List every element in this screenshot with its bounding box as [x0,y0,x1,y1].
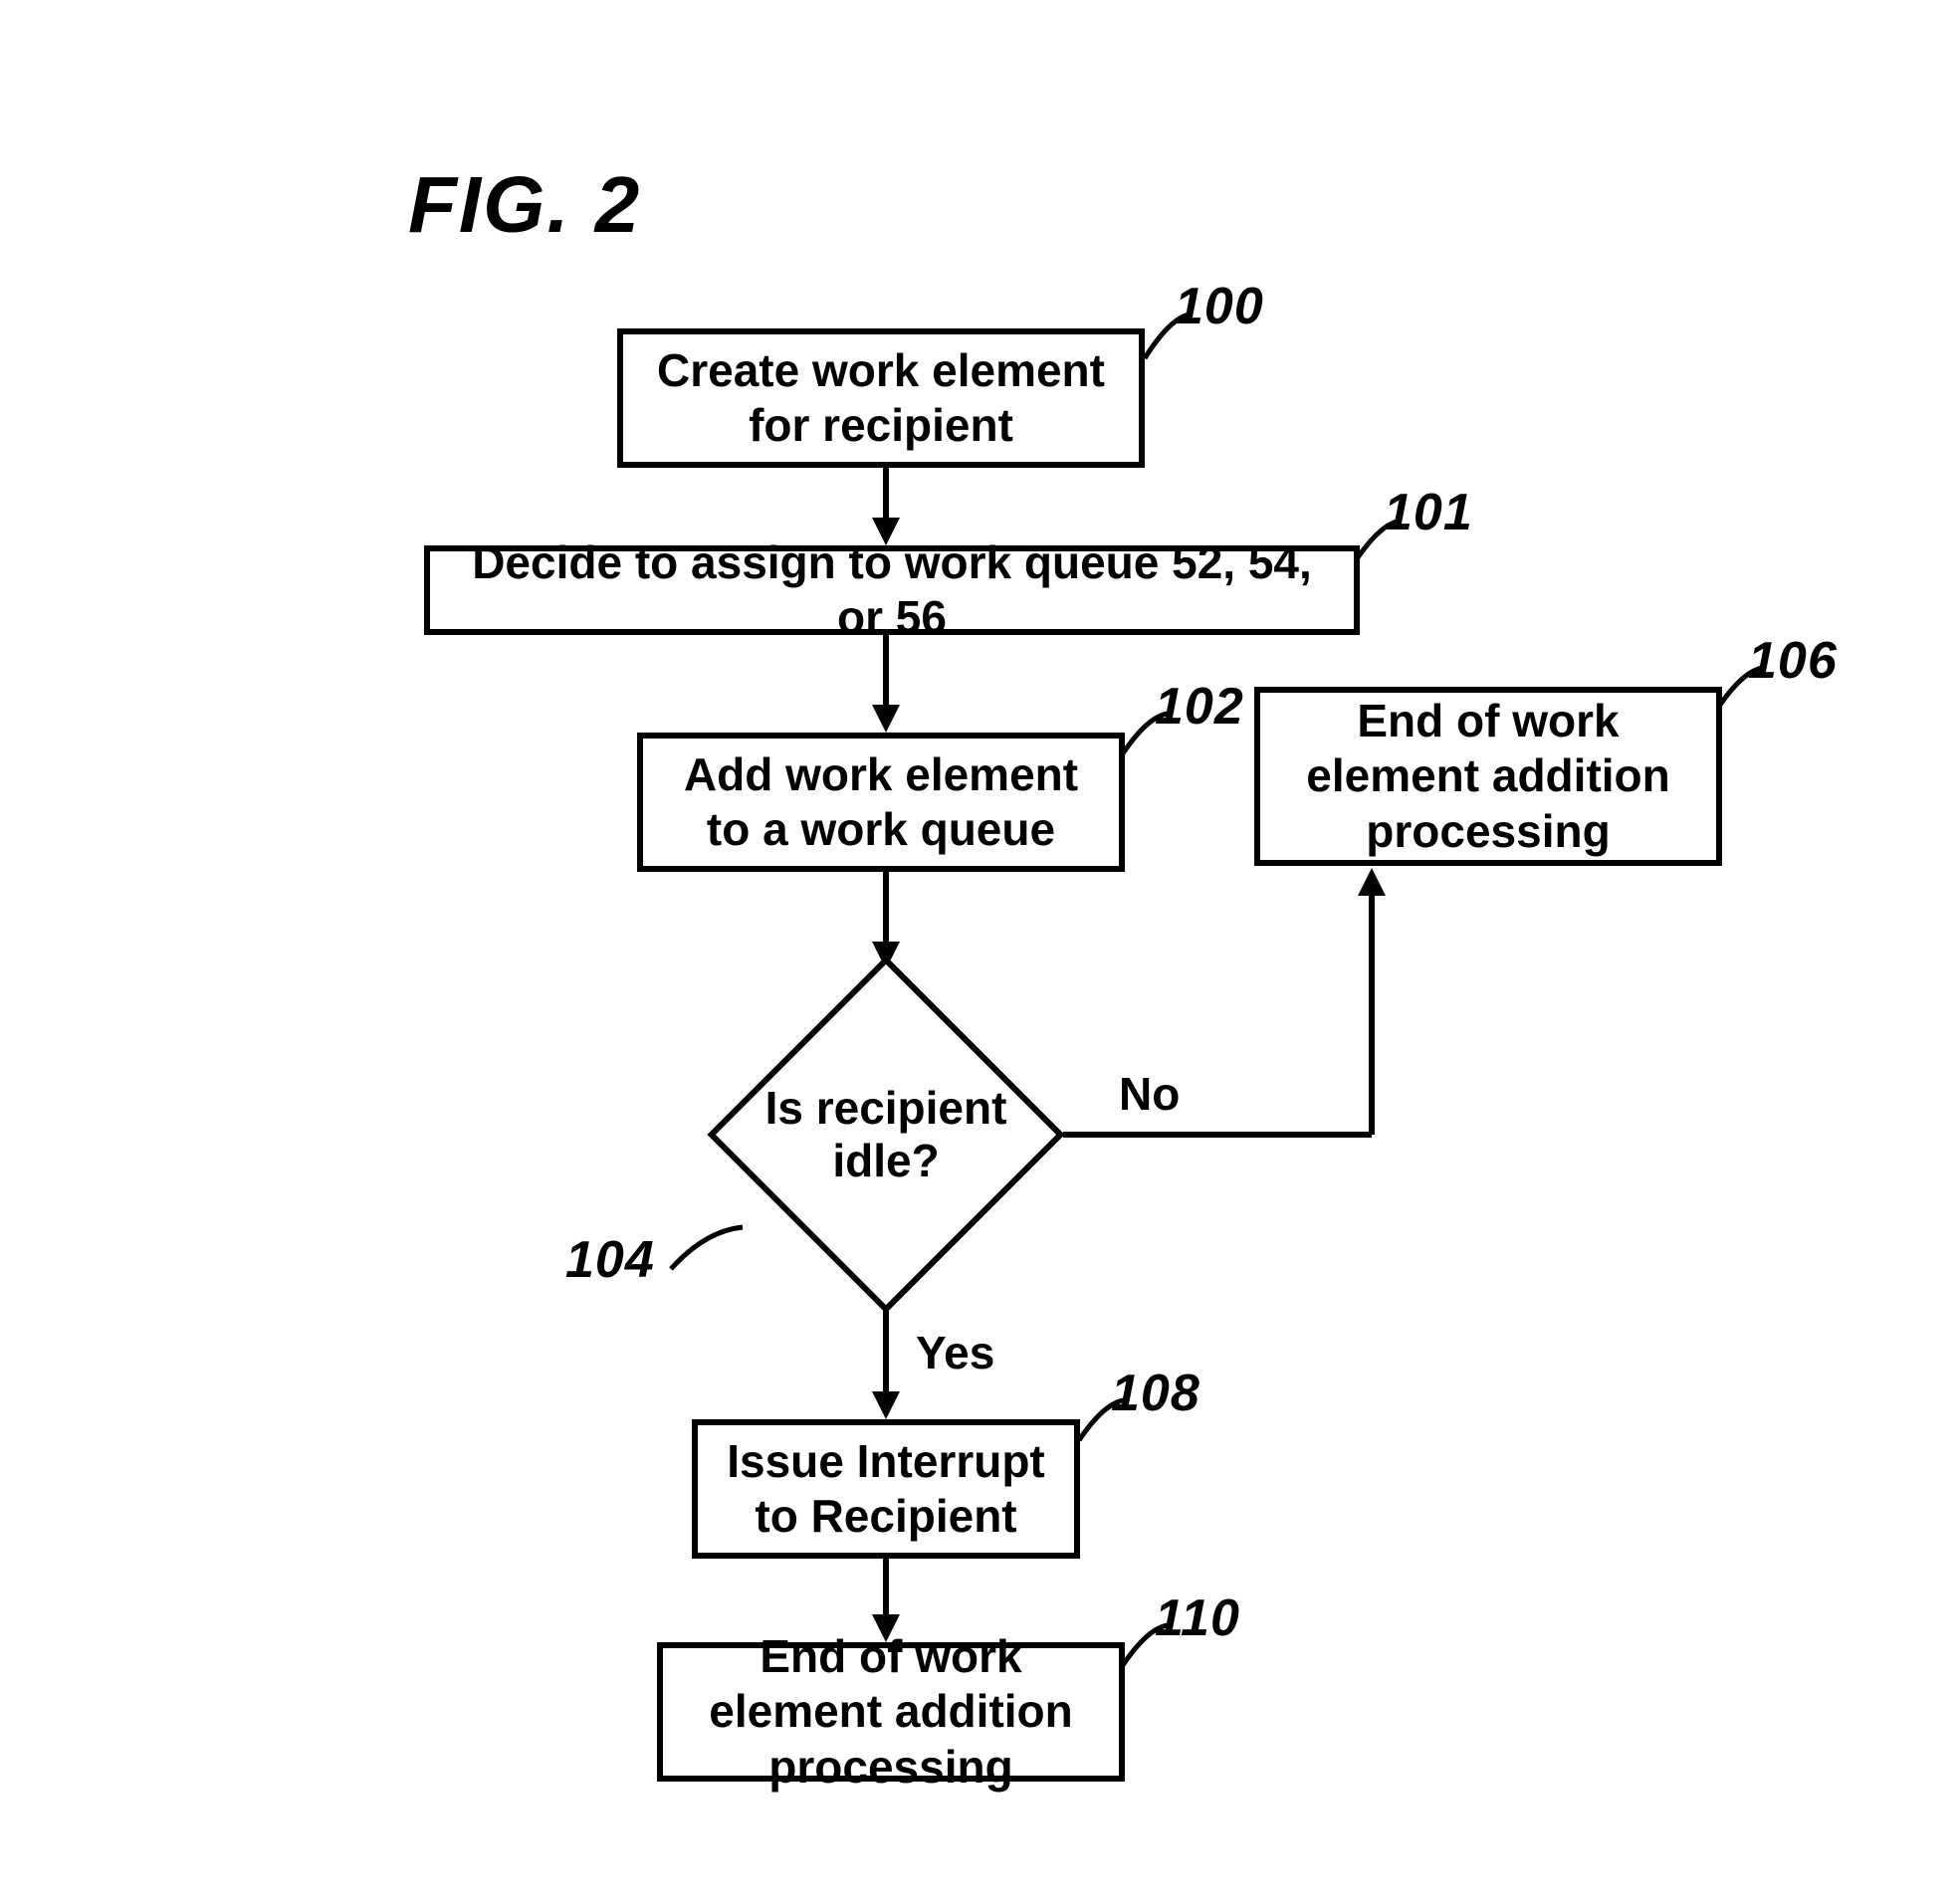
edge-label-yes: Yes [916,1326,994,1379]
leader-102 [1113,709,1183,763]
diamond-label: Is recipient idle? [707,955,1065,1314]
node-add-work-element: Add work element to a work queue [637,733,1125,872]
leader-104 [665,1219,755,1279]
node-issue-interrupt: Issue Interrupt to Recipient [692,1419,1080,1559]
arrow-104-to-106 [1063,866,1402,1145]
ref-104: 104 [565,1230,655,1290]
leader-108 [1069,1395,1139,1450]
leader-101 [1346,516,1416,570]
node-end-yes: End of work element addition processing [657,1642,1125,1782]
node-end-no: End of work element addition processing [1254,687,1722,866]
arrow-104-to-108 [866,1310,906,1421]
leader-106 [1708,663,1778,718]
node-decision-idle: Is recipient idle? [707,955,1065,1314]
arrow-101-to-102 [866,635,906,735]
flowchart-canvas: FIG. 2 Create work element for recipient… [0,0,1960,1903]
node-decide-assign: Decide to assign to work queue 52, 54, o… [424,545,1360,635]
leader-110 [1113,1620,1183,1675]
figure-title: FIG. 2 [408,159,641,251]
leader-100 [1135,309,1204,368]
node-create-work-element: Create work element for recipient [617,328,1145,468]
